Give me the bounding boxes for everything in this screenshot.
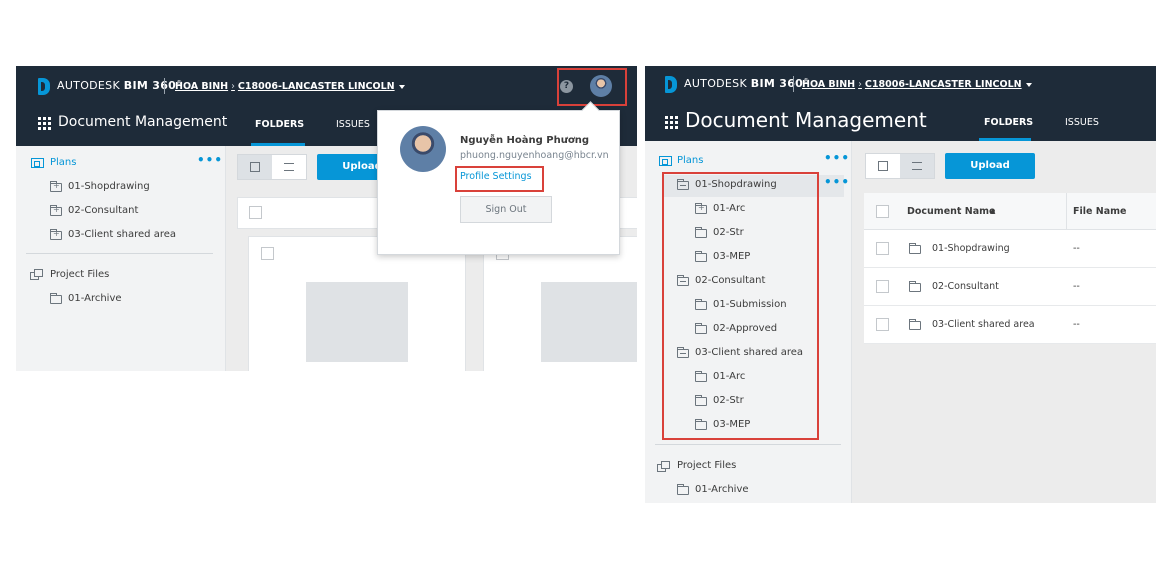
brand-name: AUTODESK BIM 360® <box>684 77 810 90</box>
sidebar-folder-item[interactable]: 01-Archive <box>68 293 122 304</box>
tab-issues[interactable]: ISSUES <box>1065 117 1099 128</box>
folder-thumbnail-icon <box>541 282 637 362</box>
folder-icon <box>50 205 62 216</box>
plans-icon <box>31 158 44 168</box>
list-view-icon <box>912 162 922 170</box>
row-document-name[interactable]: 03-Client shared area <box>932 319 1035 330</box>
row-checkbox[interactable] <box>876 280 889 293</box>
apps-grid-icon[interactable] <box>665 116 678 129</box>
folder-sidebar: Plans ••• 01-Shopdrawing 02-Consultant 0… <box>16 146 226 371</box>
folder-icon <box>909 319 921 330</box>
main-content-area: Upload Document Name ▲ File Name 01-Shop… <box>852 141 1156 503</box>
project-breadcrumb[interactable]: HOA BINH › C18006-LANCASTER LINCOLN <box>802 79 1032 90</box>
project-breadcrumb[interactable]: HOA BINH › C18006-LANCASTER LINCOLN <box>175 81 405 92</box>
column-divider <box>1066 193 1067 229</box>
profile-settings-highlight-box <box>455 166 544 192</box>
select-all-checkbox[interactable] <box>249 206 262 219</box>
column-header-file-name[interactable]: File Name <box>1073 206 1126 217</box>
sidebar-folder-item[interactable]: 02-Consultant <box>68 205 138 216</box>
list-view-button[interactable] <box>272 155 306 179</box>
folder-icon <box>50 229 62 240</box>
folder-icon <box>50 181 62 192</box>
profile-avatar <box>400 126 446 172</box>
list-view-icon <box>284 163 294 171</box>
sidebar-divider <box>26 253 213 254</box>
tab-folders[interactable]: FOLDERS <box>984 117 1033 128</box>
chevron-down-icon <box>398 84 405 89</box>
bim360-logo-icon <box>38 78 50 95</box>
plans-more-menu-icon[interactable]: ••• <box>197 153 223 167</box>
row-checkbox[interactable] <box>876 318 889 331</box>
card-checkbox[interactable] <box>261 247 274 260</box>
avatar-highlight-box <box>557 68 627 106</box>
row-file-name: -- <box>1073 319 1080 330</box>
sidebar-item-project-files[interactable]: Project Files <box>50 269 109 280</box>
folder-icon <box>909 243 921 254</box>
select-all-checkbox[interactable] <box>876 205 889 218</box>
folder-more-menu-icon[interactable]: ••• <box>824 175 850 189</box>
upload-button[interactable]: Upload <box>945 153 1035 179</box>
row-document-name[interactable]: 02-Consultant <box>932 281 999 292</box>
column-header-document-name[interactable]: Document Name <box>907 206 995 217</box>
profile-dropdown: Nguyễn Hoàng Phương phuong.nguyenhoang@h… <box>377 110 620 255</box>
module-title: Document Management <box>685 108 927 132</box>
bim360-logo-icon <box>665 76 677 93</box>
folder-icon <box>909 281 921 292</box>
folder-sidebar: Plans ••• ••• 01-Shopdrawing 01-Arc 02-S… <box>645 141 852 503</box>
row-file-name: -- <box>1073 243 1080 254</box>
sidebar-folder-item[interactable]: 03-Client shared area <box>68 229 176 240</box>
table-header: Document Name ▲ File Name <box>864 193 1156 230</box>
grid-view-icon <box>878 161 888 171</box>
project-files-icon <box>30 269 44 280</box>
folder-card[interactable] <box>248 236 466 371</box>
profile-email: phuong.nguyenhoang@hbcr.vn <box>460 150 609 161</box>
folder-thumbnail-icon <box>306 282 408 362</box>
sign-out-button[interactable]: Sign Out <box>460 196 552 223</box>
grid-view-button[interactable] <box>866 154 900 178</box>
tab-folders[interactable]: FOLDERS <box>255 119 304 130</box>
view-toggle[interactable] <box>865 153 935 179</box>
sort-ascending-icon[interactable]: ▲ <box>990 207 995 215</box>
table-row[interactable]: 01-Shopdrawing -- <box>864 230 1156 268</box>
apps-grid-icon[interactable] <box>38 117 51 130</box>
sidebar-item-plans[interactable]: Plans <box>50 157 76 168</box>
folder-card[interactable] <box>483 236 637 371</box>
list-view-button[interactable] <box>900 154 934 178</box>
tab-issues[interactable]: ISSUES <box>336 119 370 130</box>
right-screenshot: AUTODESK BIM 360® HOA BINH › C18006-LANCAS… <box>645 66 1156 503</box>
project-files-icon <box>657 461 671 472</box>
sidebar-divider <box>655 444 841 445</box>
table-row[interactable]: 02-Consultant -- <box>864 268 1156 306</box>
profile-name: Nguyễn Hoàng Phương <box>460 135 590 146</box>
brand-divider <box>793 76 794 92</box>
plans-icon <box>659 156 672 166</box>
row-checkbox[interactable] <box>876 242 889 255</box>
view-toggle[interactable] <box>237 154 307 180</box>
top-navigation-bar: AUTODESK BIM 360® HOA BINH › C18006-LANCAS… <box>645 66 1156 141</box>
left-screenshot: AUTODESK BIM 360® HOA BINH › C18006-LANCAS… <box>16 66 637 371</box>
row-document-name[interactable]: 01-Shopdrawing <box>932 243 1010 254</box>
module-title: Document Management <box>58 114 228 130</box>
chevron-down-icon <box>1025 82 1032 87</box>
folder-icon <box>677 484 689 495</box>
table-row[interactable]: 03-Client shared area -- <box>864 306 1156 344</box>
plans-more-menu-icon[interactable]: ••• <box>824 151 850 165</box>
folder-tree-highlight-box <box>662 172 819 440</box>
sidebar-item-plans[interactable]: Plans <box>677 155 703 166</box>
sidebar-folder-item[interactable]: 01-Shopdrawing <box>68 181 150 192</box>
row-file-name: -- <box>1073 281 1080 292</box>
grid-view-icon <box>250 162 260 172</box>
brand-divider <box>164 78 165 94</box>
sidebar-folder-item[interactable]: 01-Archive <box>695 484 749 495</box>
sidebar-item-project-files[interactable]: Project Files <box>677 460 736 471</box>
folder-icon <box>50 293 62 304</box>
grid-view-button[interactable] <box>238 155 272 179</box>
